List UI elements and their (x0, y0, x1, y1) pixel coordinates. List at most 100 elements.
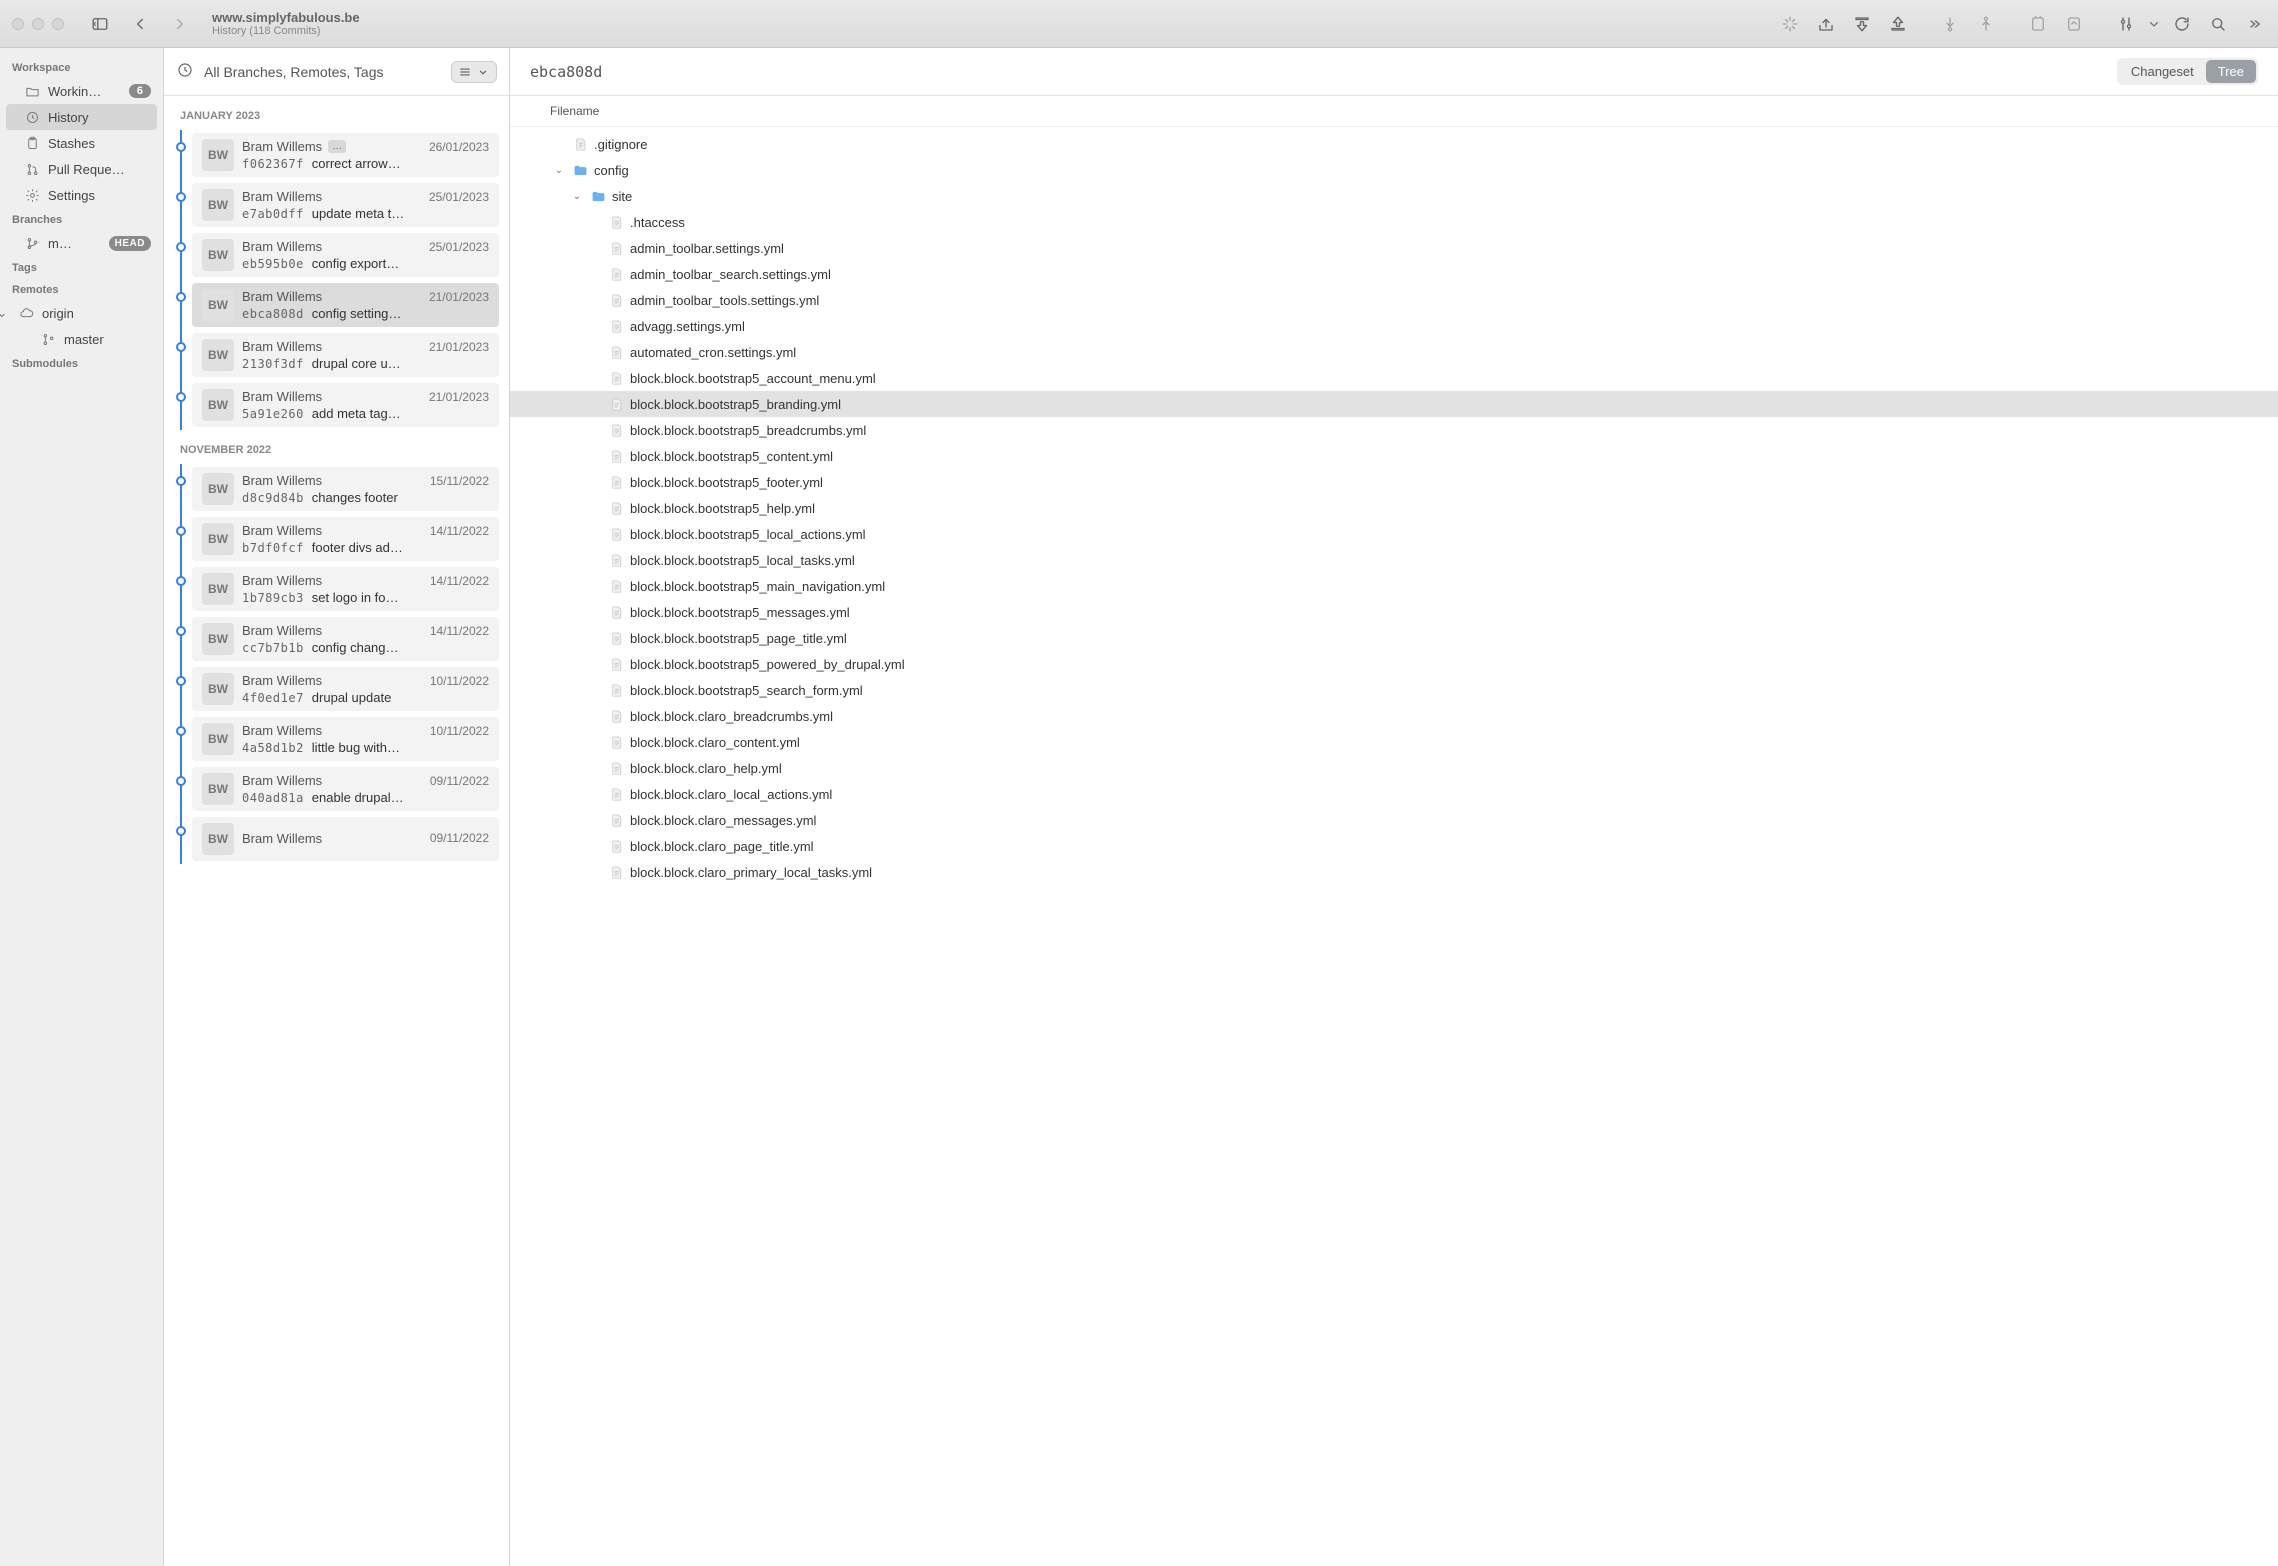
chevron-down-icon[interactable]: ⌄ (0, 305, 8, 321)
chevron-down-icon[interactable] (2146, 8, 2162, 40)
tree-file[interactable]: block.block.claro_help.yml (510, 755, 2278, 781)
commit-row[interactable]: BW Bram Willems 09/11/2022 040ad81a enab… (164, 764, 509, 814)
commit-row[interactable]: BW Bram Willems 15/11/2022 d8c9d84b chan… (164, 464, 509, 514)
file-icon (608, 214, 624, 230)
close-window-button[interactable] (12, 18, 24, 30)
tree-file[interactable]: admin_toolbar.settings.yml (510, 235, 2278, 261)
fetch-up-icon[interactable] (1970, 8, 2002, 40)
branch-filter-label[interactable]: All Branches, Remotes, Tags (204, 64, 441, 80)
sidebar-toggle-button[interactable] (84, 8, 116, 40)
sidebar-item-stashes[interactable]: Stashes (0, 130, 163, 156)
zoom-window-button[interactable] (52, 18, 64, 30)
commit-hash: 2130f3df (242, 357, 304, 371)
commit-row[interactable]: BW Bram Willems 25/01/2023 eb595b0e conf… (164, 230, 509, 280)
tree-file[interactable]: block.block.claro_messages.yml (510, 807, 2278, 833)
settings-icon[interactable] (2110, 8, 2142, 40)
minimize-window-button[interactable] (32, 18, 44, 30)
unstash-icon[interactable] (2058, 8, 2090, 40)
push-icon[interactable] (1882, 8, 1914, 40)
search-icon[interactable] (2202, 8, 2234, 40)
sidebar-section-tags: Tags (0, 256, 163, 278)
sidebar-item-remote-branch[interactable]: master (0, 326, 163, 352)
tree-file[interactable]: block.block.claro_page_title.yml (510, 833, 2278, 859)
commit-row[interactable]: BW Bram Willems … 26/01/2023 f062367f co… (164, 130, 509, 180)
file-icon (608, 500, 624, 516)
commit-icon[interactable] (1810, 8, 1842, 40)
overflow-icon[interactable] (2238, 8, 2270, 40)
commit-date: 14/11/2022 (430, 524, 489, 538)
branch-icon (24, 235, 40, 251)
tree-file[interactable]: block.block.claro_local_actions.yml (510, 781, 2278, 807)
tree-file[interactable]: block.block.bootstrap5_footer.yml (510, 469, 2278, 495)
tree-file[interactable]: .gitignore (510, 131, 2278, 157)
node-name: block.block.bootstrap5_content.yml (630, 449, 833, 464)
commit-list[interactable]: JANUARY 2023 BW Bram Willems … 26/01/202… (164, 96, 509, 1566)
sidebar-item-pull-requests[interactable]: Pull Reque… (0, 156, 163, 182)
tree-file[interactable]: block.block.bootstrap5_branding.yml (510, 391, 2278, 417)
view-mode-toggle[interactable] (451, 61, 497, 83)
file-icon (608, 370, 624, 386)
sidebar-item-branch-master[interactable]: m… HEAD (0, 230, 163, 256)
commit-author: Bram Willems (242, 473, 322, 488)
commit-row[interactable]: BW Bram Willems 14/11/2022 b7df0fcf foot… (164, 514, 509, 564)
tree-file[interactable]: block.block.bootstrap5_local_tasks.yml (510, 547, 2278, 573)
tree-file[interactable]: block.block.bootstrap5_main_navigation.y… (510, 573, 2278, 599)
commit-date: 25/01/2023 (429, 240, 489, 254)
forward-button[interactable] (164, 8, 196, 40)
node-name: advagg.settings.yml (630, 319, 745, 334)
file-icon (608, 578, 624, 594)
stash-icon[interactable] (2022, 8, 2054, 40)
sidebar-item-history[interactable]: History (6, 104, 157, 130)
disclosure-icon[interactable]: ⌄ (570, 191, 584, 202)
commit-row[interactable]: BW Bram Willems 09/11/2022 (164, 814, 509, 864)
diff-mode-toggle[interactable]: Changeset Tree (2117, 58, 2258, 85)
tree-file[interactable]: block.block.bootstrap5_content.yml (510, 443, 2278, 469)
commit-row[interactable]: BW Bram Willems 21/01/2023 5a91e260 add … (164, 380, 509, 430)
tree-file[interactable]: admin_toolbar_search.settings.yml (510, 261, 2278, 287)
sparkle-icon[interactable] (1774, 8, 1806, 40)
tree-file[interactable]: automated_cron.settings.yml (510, 339, 2278, 365)
tree-file[interactable]: block.block.bootstrap5_help.yml (510, 495, 2278, 521)
commit-hash: b7df0fcf (242, 541, 304, 555)
disclosure-icon[interactable]: ⌄ (552, 165, 566, 176)
tree-file[interactable]: advagg.settings.yml (510, 313, 2278, 339)
pull-icon[interactable] (1846, 8, 1878, 40)
tree-file[interactable]: block.block.bootstrap5_local_actions.yml (510, 521, 2278, 547)
tree-file[interactable]: block.block.bootstrap5_search_form.yml (510, 677, 2278, 703)
commit-row[interactable]: BW Bram Willems 10/11/2022 4a58d1b2 litt… (164, 714, 509, 764)
file-tree[interactable]: .gitignore ⌄ config ⌄ site .htaccess adm… (510, 127, 2278, 1566)
titlebar: www.simplyfabulous.be History (118 Commi… (0, 0, 2278, 48)
tree-file[interactable]: block.block.bootstrap5_breadcrumbs.yml (510, 417, 2278, 443)
node-name: block.block.bootstrap5_local_actions.yml (630, 527, 866, 542)
refresh-icon[interactable] (2166, 8, 2198, 40)
sidebar-item-settings[interactable]: Settings (0, 182, 163, 208)
tree-file[interactable]: block.block.bootstrap5_account_menu.yml (510, 365, 2278, 391)
clipboard-icon (24, 135, 40, 151)
tree-file[interactable]: block.block.bootstrap5_page_title.yml (510, 625, 2278, 651)
changeset-mode-button[interactable]: Changeset (2119, 60, 2206, 83)
commit-row[interactable]: BW Bram Willems 21/01/2023 ebca808d conf… (164, 280, 509, 330)
tree-folder[interactable]: ⌄ site (510, 183, 2278, 209)
branch-icon (40, 331, 56, 347)
tree-folder[interactable]: ⌄ config (510, 157, 2278, 183)
tree-file[interactable]: block.block.claro_content.yml (510, 729, 2278, 755)
fetch-down-icon[interactable] (1934, 8, 1966, 40)
tree-file[interactable]: block.block.claro_breadcrumbs.yml (510, 703, 2278, 729)
commit-row[interactable]: BW Bram Willems 25/01/2023 e7ab0dff upda… (164, 180, 509, 230)
tree-file[interactable]: admin_toolbar_tools.settings.yml (510, 287, 2278, 313)
tree-file[interactable]: block.block.claro_primary_local_tasks.ym… (510, 859, 2278, 885)
commit-date: 14/11/2022 (430, 574, 489, 588)
tree-file[interactable]: block.block.bootstrap5_powered_by_drupal… (510, 651, 2278, 677)
tree-file[interactable]: block.block.bootstrap5_messages.yml (510, 599, 2278, 625)
commit-row[interactable]: BW Bram Willems 21/01/2023 2130f3df drup… (164, 330, 509, 380)
commit-row[interactable]: BW Bram Willems 10/11/2022 4f0ed1e7 drup… (164, 664, 509, 714)
sidebar-item-remote-origin[interactable]: ⌄ origin (0, 300, 163, 326)
commit-row[interactable]: BW Bram Willems 14/11/2022 1b789cb3 set … (164, 564, 509, 614)
commit-row[interactable]: BW Bram Willems 14/11/2022 cc7b7b1b conf… (164, 614, 509, 664)
back-button[interactable] (124, 8, 156, 40)
sidebar-item-working-copy[interactable]: Workin… 6 (0, 78, 163, 104)
tree-mode-button[interactable]: Tree (2206, 60, 2256, 83)
tree-file[interactable]: .htaccess (510, 209, 2278, 235)
file-icon (608, 708, 624, 724)
author-avatar: BW (202, 139, 234, 171)
